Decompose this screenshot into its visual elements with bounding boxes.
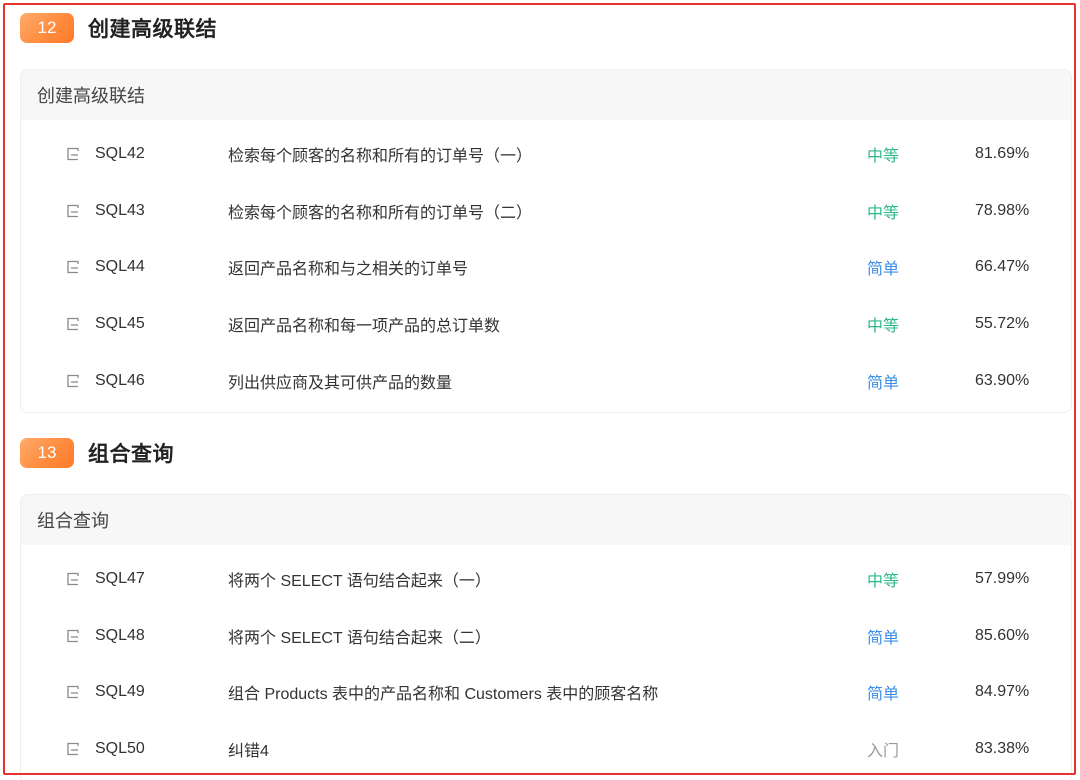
pass-rate: 85.60% <box>975 626 1030 644</box>
document-icon <box>67 204 79 218</box>
problem-title[interactable]: 将两个 SELECT 语句结合起来（二） <box>228 624 491 648</box>
document-icon <box>67 261 79 274</box>
pass-rate: 63.90% <box>975 371 1030 389</box>
problem-id[interactable]: SQL46 <box>95 372 145 390</box>
card-title: 创建高级联结 <box>21 70 1071 120</box>
difficulty-label: 入门 <box>867 743 900 761</box>
problem-title[interactable]: 返回产品名称和每一项产品的总订单数 <box>228 312 500 336</box>
pass-rate: 78.98% <box>975 201 1030 219</box>
pass-rate: 55.72% <box>975 315 1030 333</box>
problem-id[interactable]: SQL49 <box>95 683 145 701</box>
chapter-number-badge: 12 <box>20 13 74 43</box>
problem-title[interactable]: 将两个 SELECT 语句结合起来（一） <box>228 567 491 591</box>
document-icon <box>67 686 79 699</box>
problem-row[interactable]: SQL48 将两个 SELECT 语句结合起来（二） 简单 85.60% <box>21 608 1071 665</box>
difficulty-label: 简单 <box>867 261 900 279</box>
problem-id[interactable]: SQL43 <box>95 202 145 220</box>
problem-id[interactable]: SQL42 <box>95 145 145 163</box>
problem-list: SQL42 检索每个顾客的名称和所有的订单号（一） 中等 81.69% SQL4… <box>21 120 1071 409</box>
problem-row[interactable]: SQL42 检索每个顾客的名称和所有的订单号（一） 中等 81.69% <box>21 126 1071 183</box>
problem-id[interactable]: SQL44 <box>95 258 145 276</box>
document-icon <box>67 148 79 161</box>
problem-row[interactable]: SQL44 返回产品名称和与之相关的订单号 简单 66.47% <box>21 239 1071 296</box>
problem-title[interactable]: 检索每个顾客的名称和所有的订单号（一） <box>228 142 532 166</box>
chapter-header-13: 13 组合查询 <box>20 438 174 468</box>
problem-title[interactable]: 组合 Products 表中的产品名称和 Customers 表中的顾客名称 <box>228 680 658 704</box>
difficulty-label: 中等 <box>867 318 900 336</box>
problem-row[interactable]: SQL47 将两个 SELECT 语句结合起来（一） 中等 57.99% <box>21 551 1071 608</box>
problem-row[interactable]: SQL43 检索每个顾客的名称和所有的订单号（二） 中等 78.98% <box>21 183 1071 240</box>
problem-id[interactable]: SQL48 <box>95 627 145 645</box>
chapter-title: 创建高级联结 <box>88 18 217 41</box>
problem-row[interactable]: SQL50 纠错4 入门 83.38% <box>21 721 1071 778</box>
problem-title[interactable]: 列出供应商及其可供产品的数量 <box>228 369 452 393</box>
difficulty-label: 中等 <box>867 204 900 222</box>
problem-id[interactable]: SQL47 <box>95 570 145 588</box>
chapter-header-12: 12 创建高级联结 <box>20 13 217 43</box>
problem-list: SQL47 将两个 SELECT 语句结合起来（一） 中等 57.99% SQL… <box>21 545 1071 777</box>
pass-rate: 57.99% <box>975 570 1030 588</box>
chapter-number-badge: 13 <box>20 438 74 468</box>
problem-id[interactable]: SQL50 <box>95 740 145 758</box>
problem-title[interactable]: 纠错4 <box>228 737 269 761</box>
pass-rate: 81.69% <box>975 145 1030 163</box>
chapter-card-12: 创建高级联结 SQL42 检索每个顾客的名称和所有的订单号（一） 中等 81.6… <box>20 69 1072 413</box>
pass-rate: 83.38% <box>975 740 1030 758</box>
problem-row[interactable]: SQL45 返回产品名称和每一项产品的总订单数 中等 55.72% <box>21 296 1071 353</box>
difficulty-label: 简单 <box>867 629 900 647</box>
problem-row[interactable]: SQL49 组合 Products 表中的产品名称和 Customers 表中的… <box>21 664 1071 721</box>
problem-row[interactable]: SQL46 列出供应商及其可供产品的数量 简单 63.90% <box>21 352 1071 409</box>
difficulty-label: 中等 <box>867 148 900 166</box>
problem-title[interactable]: 返回产品名称和与之相关的订单号 <box>228 255 468 279</box>
problem-id[interactable]: SQL45 <box>95 315 145 333</box>
problem-title[interactable]: 检索每个顾客的名称和所有的订单号（二） <box>228 199 532 223</box>
document-icon <box>67 742 79 756</box>
document-icon <box>67 374 79 387</box>
chapter-title: 组合查询 <box>88 443 174 466</box>
document-icon <box>67 317 79 331</box>
chapter-card-13: 组合查询 SQL47 将两个 SELECT 语句结合起来（一） 中等 57.99… <box>20 494 1072 780</box>
document-icon <box>67 573 79 586</box>
card-title: 组合查询 <box>21 495 1071 545</box>
pass-rate: 84.97% <box>975 683 1030 701</box>
document-icon <box>67 629 79 643</box>
pass-rate: 66.47% <box>975 258 1030 276</box>
difficulty-label: 简单 <box>867 374 900 392</box>
difficulty-label: 中等 <box>867 573 900 591</box>
difficulty-label: 简单 <box>867 686 900 704</box>
